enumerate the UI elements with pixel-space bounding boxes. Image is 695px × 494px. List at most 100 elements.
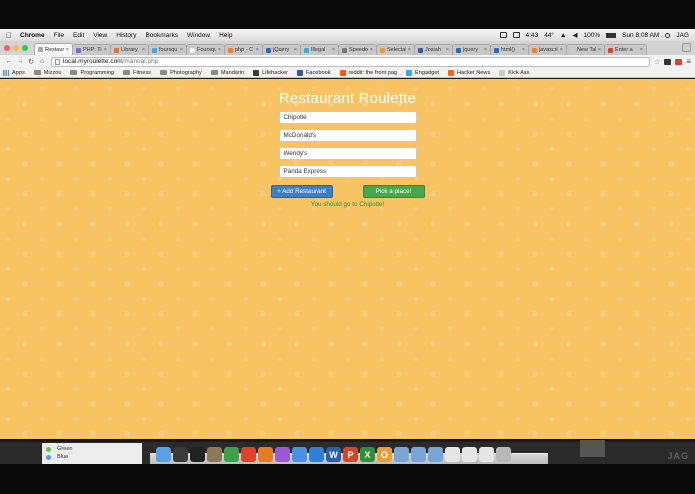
tab-close-icon[interactable]: ×	[370, 47, 373, 53]
browser-tab[interactable]: Illegal ×	[300, 44, 339, 55]
tab-close-icon[interactable]: ×	[142, 47, 145, 53]
tab-close-icon[interactable]: ×	[484, 47, 487, 53]
green-app-dock-icon[interactable]	[224, 447, 239, 462]
finder-dock-icon[interactable]	[156, 447, 171, 462]
restaurant-input-1[interactable]	[278, 111, 417, 124]
close-window-button[interactable]	[4, 45, 10, 51]
outlook-dock-icon[interactable]: O	[377, 447, 392, 462]
spotlight-icon[interactable]	[665, 32, 671, 38]
legend-item-blue[interactable]: Blue	[46, 454, 138, 460]
status-datetime[interactable]: Sun 8:08 AM	[622, 32, 659, 39]
bookmark-item[interactable]: Fitness	[123, 70, 151, 76]
tab-close-icon[interactable]: ×	[408, 47, 411, 53]
browser-tab[interactable]: foursqu ×	[148, 44, 187, 55]
bookmark-item[interactable]: Mandarin	[210, 70, 244, 76]
tab-close-icon[interactable]: ×	[218, 47, 221, 53]
bookmark-item[interactable]: Engadget	[406, 69, 439, 76]
menu-help[interactable]: Help	[219, 32, 232, 39]
zoom-window-button[interactable]	[22, 45, 28, 51]
address-bar[interactable]: local.myroulette.com/manual.php	[51, 56, 651, 67]
documents-dock-icon[interactable]	[462, 447, 477, 462]
menu-view[interactable]: View	[93, 32, 107, 39]
tab-close-icon[interactable]: ×	[560, 47, 563, 53]
volume-icon[interactable]: ◀	[572, 31, 577, 39]
tab-close-icon[interactable]: ×	[256, 47, 259, 53]
browser-tab[interactable]: Foursqu ×	[186, 44, 225, 55]
browser-tab[interactable]: PHP: Ti ×	[72, 44, 111, 55]
browser-tab[interactable]: Restaur ×	[34, 43, 73, 55]
documents-dock-icon[interactable]	[479, 447, 494, 462]
excel-dock-icon[interactable]: X	[360, 447, 375, 462]
background-window[interactable]	[580, 440, 605, 457]
minimize-window-button[interactable]	[13, 45, 19, 51]
app-store-dock-icon[interactable]	[309, 447, 324, 462]
add-restaurant-button[interactable]: + Add Restaurant	[270, 185, 333, 198]
documents-dock-icon[interactable]	[445, 447, 460, 462]
bookmark-item[interactable]: Mizzou	[33, 70, 61, 76]
browser-tab[interactable]: html() ×	[490, 44, 529, 55]
tab-close-icon[interactable]: ×	[446, 47, 449, 53]
tab-close-icon[interactable]: ×	[332, 47, 335, 53]
restaurant-input-4[interactable]	[278, 165, 417, 178]
chrome-dock-icon[interactable]	[241, 447, 256, 462]
folder-dock-icon[interactable]	[394, 447, 409, 462]
menu-file[interactable]: File	[54, 32, 64, 39]
folder-dock-icon[interactable]	[411, 447, 426, 462]
browser-tab[interactable]: Enter a ×	[604, 44, 647, 55]
reload-icon[interactable]: ↻	[26, 58, 36, 66]
battery-icon[interactable]	[606, 32, 617, 38]
activity-monitor-dock-icon[interactable]	[173, 447, 188, 462]
powerpoint-dock-icon[interactable]: P	[343, 447, 358, 462]
browser-tab[interactable]: javascri ×	[528, 44, 567, 55]
status-temperature[interactable]: 44°	[544, 32, 554, 39]
word-dock-icon[interactable]: W	[326, 447, 341, 462]
menu-bookmarks[interactable]: Bookmarks	[145, 32, 178, 39]
bookmark-item[interactable]: Photography	[160, 70, 202, 76]
bookmark-item[interactable]: Lifehacker	[253, 69, 288, 76]
bookmark-item[interactable]: Kick Ass	[499, 69, 529, 76]
browser-tab[interactable]: Josiah ×	[414, 44, 453, 55]
menu-window[interactable]: Window	[187, 32, 210, 39]
browser-tab[interactable]: php - C ×	[224, 44, 263, 55]
tab-close-icon[interactable]: ×	[66, 47, 69, 53]
status-window-icon[interactable]	[499, 32, 507, 38]
extension-red-icon[interactable]	[675, 58, 683, 65]
menu-app-name[interactable]: Chrome	[20, 32, 45, 39]
bookmark-item[interactable]: Apps	[3, 69, 25, 76]
tab-close-icon[interactable]: ×	[522, 47, 525, 53]
bookmark-item[interactable]: Programming	[70, 70, 114, 76]
tab-close-icon[interactable]: ×	[598, 47, 601, 53]
status-clock[interactable]: 4:43	[526, 32, 539, 39]
back-arrow-icon[interactable]: ←	[4, 58, 14, 65]
bookmark-item[interactable]: reddit: the front pag	[339, 69, 397, 76]
browser-tab[interactable]: New Tab×	[566, 44, 605, 55]
extension-glasses-icon[interactable]	[664, 58, 672, 65]
home-icon[interactable]: ⌂	[37, 58, 47, 65]
restaurant-input-2[interactable]	[278, 129, 417, 142]
browser-tab[interactable]: jQuery ×	[262, 44, 301, 55]
tab-close-icon[interactable]: ×	[294, 47, 297, 53]
browser-tab[interactable]: jquery ×	[452, 44, 491, 55]
wifi-icon[interactable]: ▲	[560, 32, 566, 39]
tab-close-icon[interactable]: ×	[104, 47, 107, 53]
status-box-icon[interactable]	[512, 32, 520, 38]
bookmark-item[interactable]: Facebook	[296, 69, 331, 76]
firefox-dock-icon[interactable]	[258, 447, 273, 462]
folder-dock-icon[interactable]	[428, 447, 443, 462]
bookmark-star-icon[interactable]: ☆	[654, 58, 660, 66]
status-user[interactable]: JAG	[676, 32, 689, 39]
chrome-menu-icon[interactable]: ≡	[686, 57, 691, 66]
browser-tab[interactable]: Speedo ×	[338, 44, 377, 55]
menu-edit[interactable]: Edit	[73, 32, 84, 39]
preview-dock-icon[interactable]	[207, 447, 222, 462]
tab-close-icon[interactable]: ×	[180, 47, 183, 53]
pick-place-button[interactable]: Pick a place!	[362, 185, 425, 198]
profile-icon[interactable]	[682, 43, 691, 52]
bookmark-item[interactable]: Hacker News	[448, 69, 490, 76]
tab-close-icon[interactable]: ×	[640, 47, 643, 53]
browser-tab[interactable]: Selectab×	[376, 44, 415, 55]
legend-item-green[interactable]: Green	[46, 446, 138, 452]
trash-dock-icon[interactable]	[496, 447, 511, 462]
terminal-dock-icon[interactable]	[190, 447, 205, 462]
itunes-dock-icon[interactable]	[275, 447, 290, 462]
